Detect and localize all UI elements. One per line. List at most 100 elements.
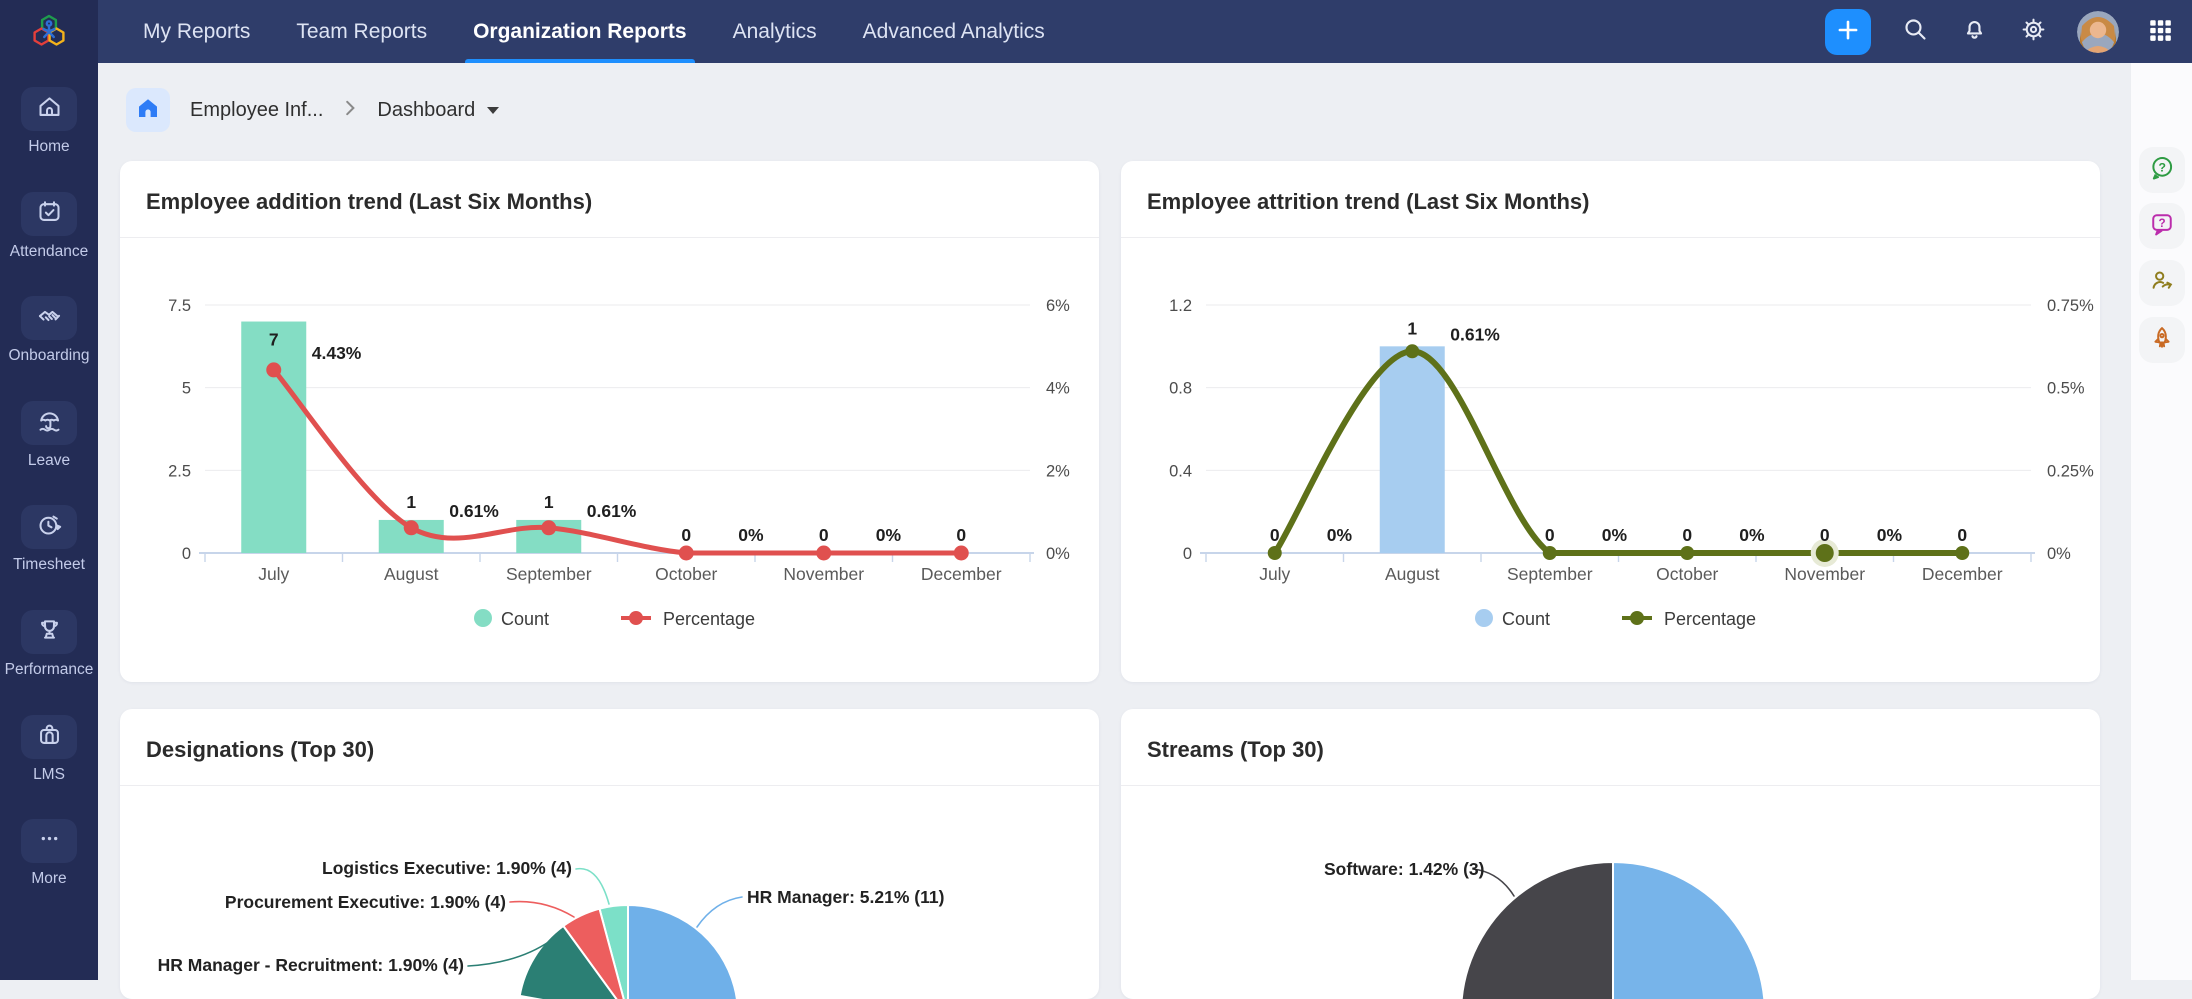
line-point[interactable] <box>679 546 694 561</box>
legend-percentage-swatch[interactable] <box>629 611 643 625</box>
line-point[interactable] <box>266 362 281 377</box>
sidebar-item-label: Timesheet <box>0 556 98 574</box>
pie-slice-other[interactable] <box>1613 862 1765 999</box>
pie-slice-label: HR Manager - Recruitment: 1.90% (4) <box>158 955 464 975</box>
lms-icon <box>36 721 63 753</box>
line-point[interactable] <box>954 546 969 561</box>
chevron-right-icon <box>343 99 357 122</box>
x-axis-label: September <box>1507 564 1593 584</box>
add-button[interactable] <box>1825 9 1871 55</box>
legend-count-label: Count <box>1502 609 1550 629</box>
x-axis-label: July <box>1259 564 1290 584</box>
right-axis-tick: 0.75% <box>2047 297 2094 315</box>
svg-text:?: ? <box>2158 160 2165 174</box>
line-point[interactable] <box>1543 546 1557 560</box>
sidebar-item-performance[interactable]: Performance <box>0 610 98 679</box>
legend-percentage-label: Percentage <box>1664 609 1756 629</box>
zoho-people-logo[interactable] <box>26 9 72 55</box>
right-axis-tick: 0.5% <box>2047 380 2085 398</box>
help-chat-button[interactable]: ? <box>2139 147 2185 193</box>
tab-analytics[interactable]: Analytics <box>733 0 817 63</box>
x-axis-label: October <box>1656 564 1718 584</box>
breadcrumb-page-selector[interactable]: Dashboard <box>377 99 499 122</box>
pie-slice-hr-manager[interactable] <box>628 905 738 999</box>
line-point[interactable] <box>1268 546 1282 560</box>
bar[interactable] <box>1380 346 1445 553</box>
feedback-button[interactable]: ? <box>2139 203 2185 249</box>
tab-team-reports[interactable]: Team Reports <box>296 0 427 63</box>
streams-pie-chart: Software: 1.42% (3) <box>1121 786 2100 999</box>
breadcrumb-module[interactable]: Employee Inf... <box>190 99 323 122</box>
gear-icon <box>2020 16 2047 48</box>
line-point[interactable] <box>816 546 831 561</box>
sidebar-item-onboarding[interactable]: Onboarding <box>0 296 98 365</box>
chevron-down-icon <box>487 107 499 114</box>
line-point[interactable] <box>404 520 419 535</box>
count-label: 0 <box>956 525 966 545</box>
whats-new-button[interactable] <box>2139 317 2185 363</box>
breadcrumb-home-button[interactable] <box>126 88 170 132</box>
chart-title: Employee attrition trend (Last Six Month… <box>1147 189 1589 215</box>
profile-avatar[interactable] <box>2077 11 2119 53</box>
x-axis-label: August <box>384 564 439 584</box>
tab-organization-reports[interactable]: Organization Reports <box>473 0 687 63</box>
percentage-label: 0% <box>1739 525 1765 545</box>
percentage-label: 0.61% <box>1450 324 1500 344</box>
legend: CountPercentage <box>474 609 755 629</box>
sidebar-item-more[interactable]: More <box>0 819 98 888</box>
count-label: 7 <box>269 330 279 350</box>
line-point[interactable] <box>1405 344 1419 358</box>
settings-button[interactable] <box>2010 9 2056 55</box>
bar[interactable] <box>241 322 306 553</box>
legend-count-swatch[interactable] <box>1475 609 1493 627</box>
pie-slice-software[interactable] <box>1461 862 1613 999</box>
avatar-photo <box>2077 11 2119 53</box>
left-axis-tick: 1.2 <box>1169 297 1192 315</box>
label-leader-line <box>576 869 609 904</box>
right-axis-tick: 0% <box>2047 545 2071 563</box>
percentage-label: 4.43% <box>312 343 362 363</box>
sidebar-item-timesheet[interactable]: Timesheet <box>0 505 98 574</box>
label-leader-line <box>510 902 574 917</box>
apps-grid-button[interactable] <box>2137 9 2183 55</box>
sidebar-item-label: Performance <box>0 661 98 679</box>
pie-slice-label: Software: 1.42% (3) <box>1324 859 1484 879</box>
designations-card: Designations (Top 30) HR Manager: 5.21% … <box>120 709 1099 999</box>
line-point[interactable] <box>541 520 556 535</box>
sidebar-item-home[interactable]: Home <box>0 87 98 156</box>
search-icon <box>1902 16 1929 48</box>
x-axis-label: July <box>258 564 289 584</box>
employee-attrition-trend-card: Employee attrition trend (Last Six Month… <box>1121 161 2100 682</box>
search-button[interactable] <box>1892 9 1938 55</box>
sidebar-item-attendance[interactable]: Attendance <box>0 192 98 261</box>
line-point[interactable] <box>1955 546 1969 560</box>
user-guide-button[interactable] <box>2139 260 2185 306</box>
percentage-label: 0% <box>1877 525 1903 545</box>
left-sidebar: Home Attendance Onboarding Leave Timesheet Pe… <box>0 0 98 980</box>
sidebar-item-lms[interactable]: LMS <box>0 715 98 784</box>
count-label: 0 <box>1957 525 1967 545</box>
notifications-button[interactable] <box>1951 9 1997 55</box>
streams-card: Streams (Top 30) Software: 1.42% (3) <box>1121 709 2100 999</box>
pie-chart-svg: HR Manager: 5.21% (11)Logistics Executiv… <box>120 786 1099 999</box>
percentage-label: 0% <box>738 525 764 545</box>
pie-chart-svg: Software: 1.42% (3) <box>1121 786 2100 999</box>
employee-addition-trend-card: Employee addition trend (Last Six Months… <box>120 161 1099 682</box>
timesheet-icon <box>36 511 63 543</box>
legend-percentage-label: Percentage <box>663 609 755 629</box>
sidebar-item-leave[interactable]: Leave <box>0 401 98 470</box>
count-label: 0 <box>681 525 691 545</box>
legend-percentage-swatch[interactable] <box>1630 611 1644 625</box>
line-point[interactable] <box>1680 546 1694 560</box>
left-axis-tick: 2.5 <box>168 462 191 480</box>
tab-advanced-analytics[interactable]: Advanced Analytics <box>863 0 1045 63</box>
attendance-icon <box>36 198 63 230</box>
chart-title: Employee addition trend (Last Six Months… <box>146 189 592 215</box>
tab-my-reports[interactable]: My Reports <box>143 0 250 63</box>
percentage-label: 0% <box>1602 525 1628 545</box>
left-axis-tick: 0 <box>1183 545 1192 563</box>
legend-count-swatch[interactable] <box>474 609 492 627</box>
apps-grid-icon <box>2147 17 2173 48</box>
sidebar-item-label: More <box>0 870 98 888</box>
line-point[interactable] <box>1816 544 1834 562</box>
